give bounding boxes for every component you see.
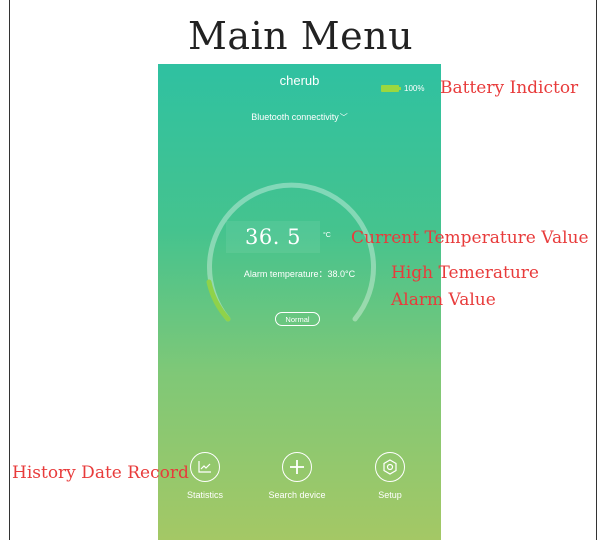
- left-frame-line: [9, 0, 10, 540]
- statistics-label: Statistics: [186, 490, 223, 500]
- temperature-unit: °C: [323, 232, 331, 239]
- current-temperature-value: 36. 5: [245, 225, 301, 249]
- setup-icon-circle: [375, 452, 405, 482]
- plus-icon: [290, 460, 304, 474]
- page-title: Main Menu: [187, 14, 414, 58]
- annotation-high-alarm-line2: Alarm Value: [391, 290, 496, 310]
- annotation-high-alarm-line1: High Temerature: [391, 263, 539, 283]
- annotation-history-record: History Date Record: [12, 463, 189, 483]
- right-frame-line: [596, 0, 597, 540]
- status-badge: Normal: [275, 312, 320, 326]
- search-device-label: Search device: [268, 490, 326, 500]
- statistics-icon-circle: [190, 452, 220, 482]
- chart-icon: [198, 461, 211, 473]
- search-device-icon-circle: [282, 452, 312, 482]
- setup-label: Setup: [378, 490, 402, 500]
- setup-button[interactable]: Setup: [345, 452, 435, 500]
- search-device-button[interactable]: Search device: [252, 452, 342, 500]
- annotation-battery-indicator: Battery Indictor: [440, 78, 579, 98]
- annotation-current-temperature: Current Temperature Value: [351, 228, 589, 248]
- gear-icon: [383, 459, 397, 475]
- current-temperature-box: 36. 5: [226, 221, 320, 253]
